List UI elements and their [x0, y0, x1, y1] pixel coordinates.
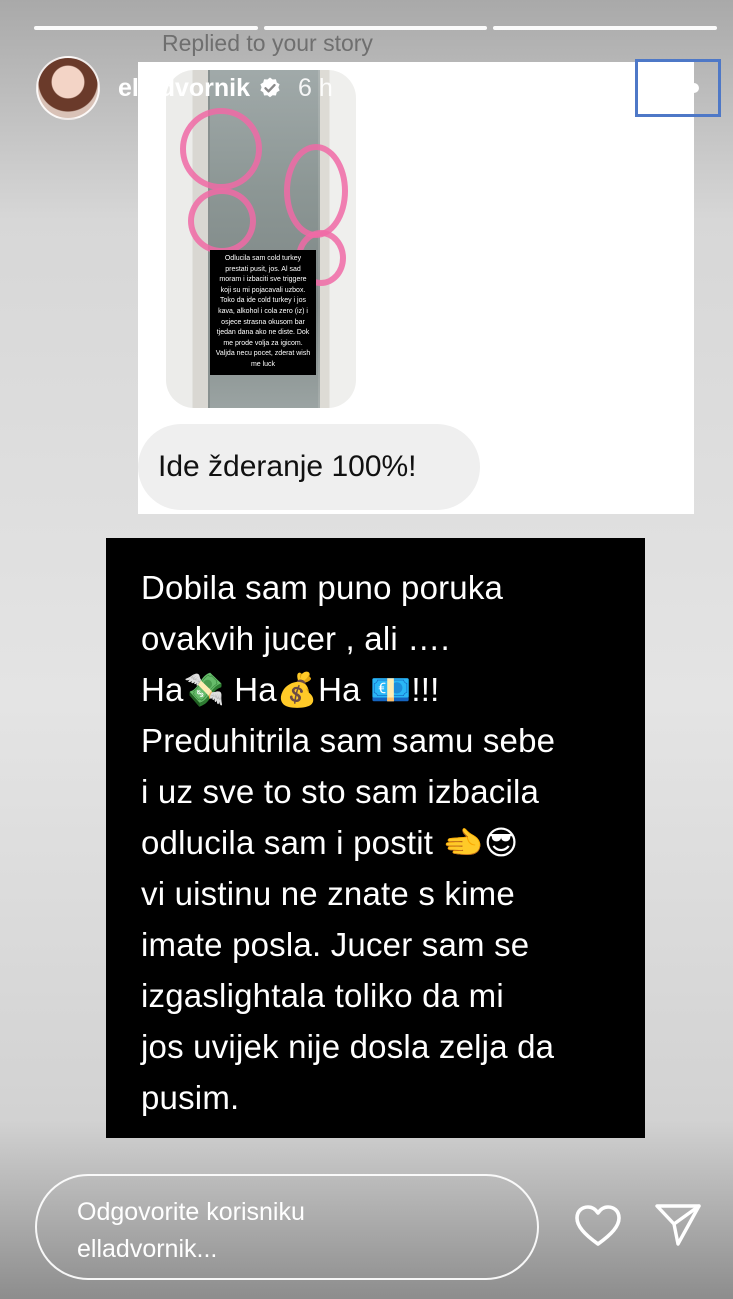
- story-progress-bar: [34, 26, 718, 30]
- story-text: Dobila sam puno poruka ovakvih jucer , a…: [141, 569, 556, 1116]
- more-options-icon: [657, 83, 667, 93]
- send-icon[interactable]: [654, 1202, 702, 1248]
- story-thumbnail[interactable]: Odlucila sam cold turkey prestati pusit,…: [166, 70, 356, 408]
- post-time: 6 h: [298, 73, 333, 102]
- more-options-icon: [689, 83, 699, 93]
- progress-segment: [493, 26, 718, 30]
- graffiti-mark: [284, 144, 348, 238]
- story-viewer: Replied to your story Odlucila sam cold …: [0, 0, 733, 1299]
- reply-input[interactable]: Odgovorite korisniku elladvornik...: [35, 1174, 539, 1280]
- play-icon[interactable]: [573, 73, 603, 103]
- username[interactable]: elladvornik: [118, 74, 250, 103]
- graffiti-mark: [188, 188, 256, 254]
- heart-icon[interactable]: [574, 1204, 622, 1248]
- graffiti-mark: [180, 108, 262, 190]
- story-header: elladvornik 6 h: [36, 56, 721, 120]
- more-options-icon: [673, 83, 683, 93]
- reply-placeholder: elladvornik...: [77, 1235, 218, 1263]
- story-text-card: Dobila sam puno poruka ovakvih jucer , a…: [106, 538, 645, 1138]
- replied-label: Replied to your story: [162, 30, 373, 56]
- verified-badge-icon: [260, 77, 280, 98]
- more-options-button[interactable]: [635, 59, 721, 117]
- message-bubble: Ide žderanje 100%!: [138, 424, 480, 510]
- story-reply-card: Odlucila sam cold turkey prestati pusit,…: [138, 62, 694, 514]
- thumbnail-caption: Odlucila sam cold turkey prestati pusit,…: [210, 250, 316, 375]
- avatar[interactable]: [36, 56, 100, 120]
- reply-placeholder: Odgovorite korisniku: [77, 1198, 305, 1226]
